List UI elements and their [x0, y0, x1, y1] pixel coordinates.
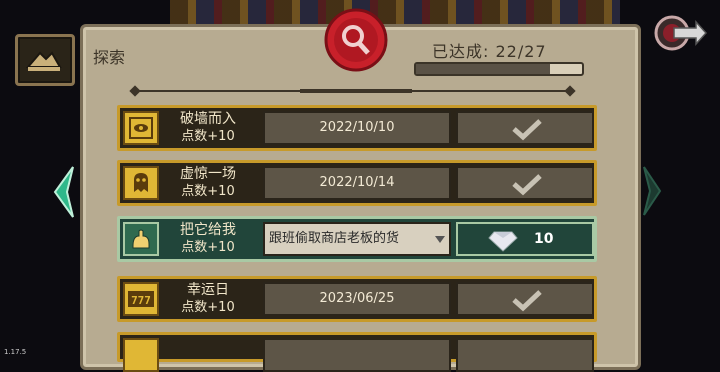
scroll-indicator: [300, 89, 412, 93]
achievement-description: 跟班偷取商店老板的货: [269, 231, 400, 246]
home-button[interactable]: [15, 34, 75, 86]
achievement-status: [456, 166, 594, 200]
achievement-row[interactable]: 破墙而入 点数+10 2022/10/10: [117, 105, 597, 151]
achievement-date: 2023/06/25: [263, 282, 451, 316]
svg-text:777: 777: [131, 294, 151, 307]
achievement-row[interactable]: 虚惊一场 点数+10 2022/10/14: [117, 160, 597, 206]
magnifier-seal-icon: [324, 8, 388, 72]
achievement-row[interactable]: 777 幸运日 点数+10 2023/06/25: [117, 276, 597, 322]
eye-box-icon: [123, 111, 159, 145]
home-icon: [25, 51, 62, 71]
wax-seal: [322, 8, 390, 74]
version-label: 1.17.5: [4, 348, 27, 356]
achievement-name: 把它给我: [180, 222, 236, 238]
tab-explore[interactable]: 探索: [93, 44, 125, 68]
achievement-icon: [123, 338, 159, 372]
slot-777-icon: 777: [123, 282, 159, 316]
chevron-down-icon: [435, 236, 445, 243]
achievement-date: 2022/10/10: [263, 111, 451, 145]
achievement-row[interactable]: 把它给我 点数+10 跟班偷取商店老板的货 10: [117, 216, 597, 262]
progress-bar: [414, 62, 584, 76]
chevron-right-icon: [643, 166, 662, 216]
achievement-status: [456, 111, 594, 145]
achievement-description-dropdown[interactable]: 跟班偷取商店老板的货: [263, 222, 451, 256]
chevron-left-icon: [53, 166, 74, 218]
achievement-points: 点数+10: [181, 300, 235, 315]
achievement-name: 虚惊一场: [180, 166, 236, 182]
achievement-name: 破墙而入: [180, 111, 236, 127]
achievement-name: 幸运日: [187, 282, 229, 298]
progress-fill: [416, 64, 551, 74]
checkmark-icon: [512, 119, 542, 141]
achievement-points: 点数+10: [181, 240, 235, 255]
achievement-points: 点数+10: [181, 129, 235, 144]
ghost-icon: [123, 166, 159, 200]
achievement-points: 点数+10: [181, 184, 235, 199]
checkmark-icon: [512, 174, 542, 196]
reward-value: 10: [534, 231, 554, 247]
achievement-date: 2022/10/14: [263, 166, 451, 200]
checkmark-icon: [512, 290, 542, 312]
exit-arrow-icon: [654, 15, 708, 51]
achievement-date: [263, 338, 451, 372]
achievement-status: [456, 282, 594, 316]
achievement-status: [456, 338, 594, 372]
exit-button[interactable]: [652, 12, 708, 54]
achievement-row-partial[interactable]: [117, 332, 597, 372]
prev-page-button[interactable]: [53, 165, 75, 219]
next-page-button[interactable]: [642, 165, 662, 217]
achievement-reward: 10: [456, 222, 594, 256]
grab-hand-icon: [123, 222, 159, 256]
progress-label: 已达成: 22/27: [432, 42, 547, 61]
diamond-icon: [488, 231, 518, 252]
